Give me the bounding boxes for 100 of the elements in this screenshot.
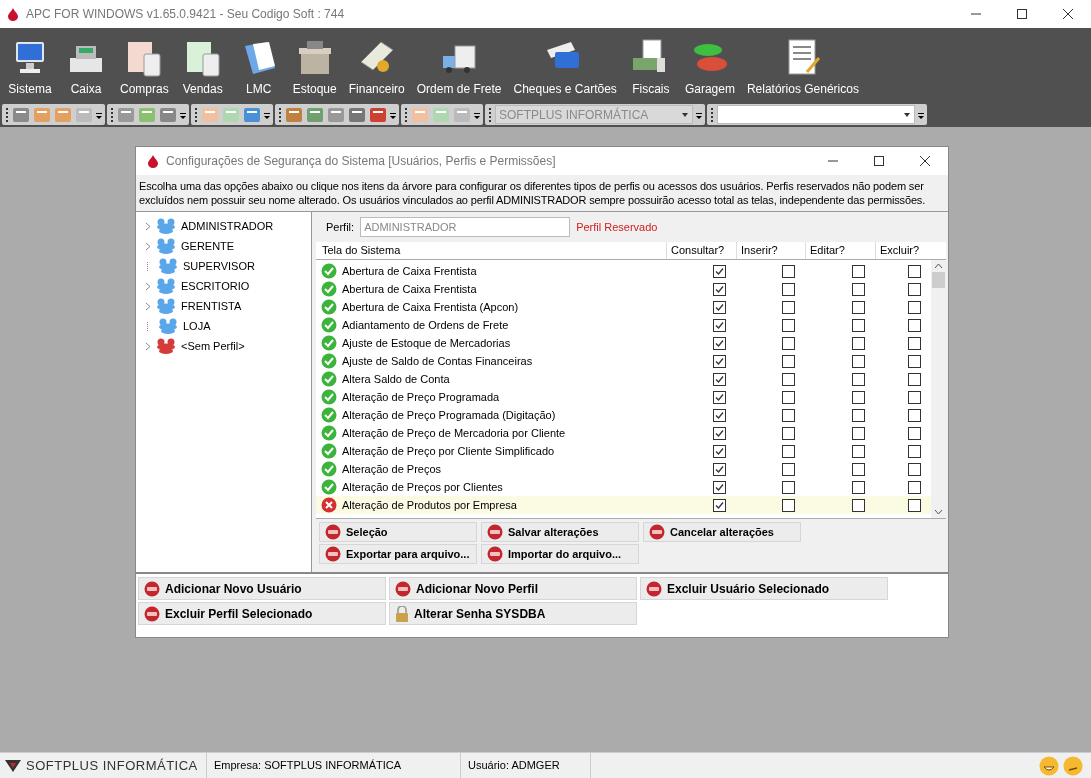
checkbox[interactable]: [782, 336, 795, 350]
toolbar-tool-icon[interactable]: [284, 105, 304, 124]
checkbox[interactable]: [713, 444, 726, 458]
column-header[interactable]: Inserir?: [736, 242, 805, 259]
menu-button[interactable]: Sistema: [2, 36, 58, 98]
checkbox[interactable]: [782, 390, 795, 404]
close-icon[interactable]: [1063, 9, 1073, 19]
menu-button[interactable]: Cheques e Cartões: [507, 36, 623, 98]
checkbox[interactable]: [713, 390, 726, 404]
checkbox[interactable]: [713, 372, 726, 386]
chevron-icon[interactable]: [145, 301, 151, 311]
checkbox[interactable]: [852, 336, 865, 350]
checkbox[interactable]: [713, 300, 726, 314]
action-button[interactable]: Salvar alterações: [481, 522, 639, 542]
tree-item[interactable]: ADMINISTRADOR: [136, 216, 311, 236]
checkbox[interactable]: [782, 282, 795, 296]
menu-button[interactable]: Fiscais: [622, 36, 679, 98]
checkbox[interactable]: [908, 300, 921, 314]
checkbox[interactable]: [713, 426, 726, 440]
checkbox[interactable]: [713, 318, 726, 332]
close-icon[interactable]: [920, 156, 930, 166]
neutral-face-icon[interactable]: [1063, 755, 1083, 776]
checkbox[interactable]: [782, 480, 795, 494]
checkbox[interactable]: [782, 426, 795, 440]
checkbox[interactable]: [852, 372, 865, 386]
checkbox[interactable]: [713, 462, 726, 476]
toolbar-overflow-icon[interactable]: [389, 110, 397, 119]
column-header[interactable]: Excluir?: [875, 242, 931, 259]
checkbox[interactable]: [852, 498, 865, 512]
checkbox[interactable]: [852, 444, 865, 458]
checkbox[interactable]: [782, 264, 795, 278]
tree-item[interactable]: FRENTISTA: [136, 296, 311, 316]
action-button[interactable]: Cancelar alterações: [643, 522, 801, 542]
profile-name-field[interactable]: ADMINISTRADOR: [360, 217, 571, 237]
checkbox[interactable]: [782, 354, 795, 368]
toolbar-tool-icon[interactable]: [305, 105, 325, 124]
menu-button[interactable]: Estoque: [286, 36, 343, 98]
happy-face-icon[interactable]: [1039, 755, 1059, 776]
checkbox[interactable]: [908, 480, 921, 494]
checkbox[interactable]: [713, 480, 726, 494]
checkbox[interactable]: [852, 480, 865, 494]
checkbox[interactable]: [852, 318, 865, 332]
checkbox[interactable]: [908, 354, 921, 368]
action-button[interactable]: Seleção: [319, 522, 477, 542]
action-button[interactable]: Alterar Senha SYSDBA: [389, 602, 637, 625]
column-header[interactable]: Tela do Sistema: [316, 242, 666, 259]
checkbox[interactable]: [852, 390, 865, 404]
tree-item[interactable]: GERENTE: [136, 236, 311, 256]
column-header[interactable]: Editar?: [805, 242, 875, 259]
checkbox[interactable]: [852, 462, 865, 476]
menu-button[interactable]: Garagem: [678, 36, 741, 98]
toolbar-overflow-icon[interactable]: [95, 110, 103, 119]
checkbox[interactable]: [852, 426, 865, 440]
checkbox[interactable]: [782, 462, 795, 476]
toolbar-overflow-icon[interactable]: [695, 110, 703, 119]
menu-button[interactable]: Compras: [114, 36, 175, 98]
chevron-icon[interactable]: [145, 241, 151, 251]
checkbox[interactable]: [908, 462, 921, 476]
action-button[interactable]: Adicionar Novo Usuário: [138, 577, 386, 600]
tree-item[interactable]: SUPERVISOR: [136, 256, 311, 276]
checkbox[interactable]: [713, 336, 726, 350]
checkbox[interactable]: [782, 300, 795, 314]
toolbar-overflow-icon[interactable]: [179, 110, 187, 119]
checkbox[interactable]: [908, 372, 921, 386]
checkbox[interactable]: [852, 300, 865, 314]
checkbox[interactable]: [782, 444, 795, 458]
checkbox[interactable]: [713, 354, 726, 368]
toolbar-tool-icon[interactable]: [116, 105, 136, 124]
checkbox[interactable]: [713, 282, 726, 296]
toolbar-overflow-icon[interactable]: [473, 110, 481, 119]
checkbox[interactable]: [852, 282, 865, 296]
checkbox[interactable]: [713, 498, 726, 512]
checkbox[interactable]: [908, 390, 921, 404]
menu-button[interactable]: Vendas: [174, 36, 231, 98]
toolbar-overflow-icon[interactable]: [917, 110, 925, 119]
checkbox[interactable]: [852, 264, 865, 278]
chevron-icon[interactable]: [145, 221, 151, 231]
toolbar-tool-icon[interactable]: [368, 105, 388, 124]
checkbox[interactable]: [908, 444, 921, 458]
tree-item[interactable]: ESCRITORIO: [136, 276, 311, 296]
action-button[interactable]: Exportar para arquivo...: [319, 544, 477, 564]
checkbox[interactable]: [713, 264, 726, 278]
tree-item[interactable]: <Sem Perfil>: [136, 336, 311, 356]
checkbox[interactable]: [908, 336, 921, 350]
toolbar-tool-icon[interactable]: [11, 105, 31, 124]
checkbox[interactable]: [908, 426, 921, 440]
checkbox[interactable]: [852, 354, 865, 368]
checkbox[interactable]: [908, 264, 921, 278]
checkbox[interactable]: [908, 282, 921, 296]
checkbox[interactable]: [908, 318, 921, 332]
action-button[interactable]: Importar do arquivo...: [481, 544, 639, 564]
column-header[interactable]: Consultar?: [666, 242, 736, 259]
maximize-icon[interactable]: [1017, 9, 1027, 19]
maximize-icon[interactable]: [874, 156, 884, 166]
action-button[interactable]: Excluir Usuário Selecionado: [640, 577, 888, 600]
checkbox[interactable]: [782, 408, 795, 422]
action-button[interactable]: Excluir Perfil Selecionado: [138, 602, 386, 625]
checkbox[interactable]: [852, 408, 865, 422]
checkbox[interactable]: [782, 318, 795, 332]
scrollbar-thumb[interactable]: [932, 272, 945, 288]
